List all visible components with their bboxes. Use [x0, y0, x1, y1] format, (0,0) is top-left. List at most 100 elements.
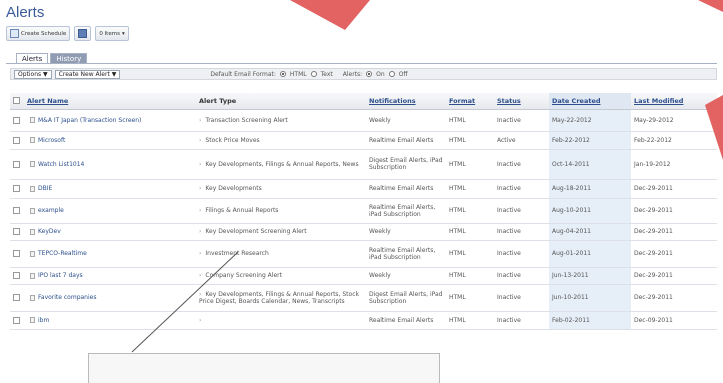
date-created-cell: Aug-10-2011 [549, 198, 631, 224]
row-checkbox[interactable] [13, 294, 20, 301]
alert-name-cell[interactable]: Favorite companies [24, 284, 196, 312]
off-label: Off [398, 70, 408, 78]
alert-name-link[interactable]: ibm [38, 317, 49, 324]
status-cell: Active [494, 131, 549, 150]
table-header-row: Alert Name Alert Type Notifications Form… [10, 93, 717, 110]
last-modified-cell: Dec-29-2011 [631, 267, 717, 285]
create-new-alert-dropdown[interactable]: Create New Alert ▼ [54, 69, 121, 79]
expand-arrow-icon[interactable]: › [199, 250, 201, 257]
alerts-off-radio[interactable] [388, 71, 395, 77]
alert-name-cell[interactable]: Watch List1014 [24, 149, 196, 180]
select-cell [10, 198, 24, 224]
col-notifications[interactable]: Notifications [366, 93, 446, 110]
alert-type-text: Investment Research [205, 250, 269, 257]
table-row[interactable]: M&A IT Japan (Transaction Screen) › Transa… [10, 109, 717, 132]
alert-name-cell[interactable]: KeyDev [24, 223, 196, 241]
select-cell [10, 284, 24, 312]
table-row[interactable]: Watch List1014 › Key Developments, Filings… [10, 149, 717, 180]
table-row[interactable]: example › Filings & Annual Reports Realtime… [10, 198, 717, 224]
document-icon [30, 137, 35, 143]
format-cell: HTML [446, 284, 494, 312]
status-cell: Inactive [494, 149, 549, 180]
alert-name-link[interactable]: M&A IT Japan (Transaction Screen) [38, 117, 141, 124]
status-cell: Inactive [494, 267, 549, 285]
expand-arrow-icon[interactable]: › [199, 228, 201, 235]
row-checkbox[interactable] [13, 272, 20, 279]
select-cell [10, 311, 24, 330]
expand-arrow-icon[interactable]: › [199, 207, 201, 214]
col-last-modified[interactable]: Last Modified [631, 93, 717, 110]
alert-name-cell[interactable]: IPO last 7 days [24, 267, 196, 285]
col-alert-type: Alert Type [196, 93, 366, 110]
expand-arrow-icon[interactable]: › [199, 137, 201, 144]
expand-arrow-icon[interactable]: › [199, 161, 201, 168]
alert-name-link[interactable]: Watch List1014 [38, 161, 84, 168]
row-checkbox[interactable] [13, 207, 20, 214]
last-modified-cell: Dec-29-2011 [631, 223, 717, 241]
select-all-checkbox[interactable] [13, 97, 20, 105]
save-icon [78, 29, 88, 38]
row-checkbox[interactable] [13, 250, 20, 257]
notifications-cell: Realtime Email Alerts [366, 311, 446, 330]
create-schedule-label: Create Schedule [21, 30, 67, 37]
save-button[interactable] [74, 26, 92, 41]
items-button[interactable]: 0 Items ▾ [95, 26, 129, 41]
expand-arrow-icon[interactable]: › [199, 117, 201, 124]
create-schedule-button[interactable]: Create Schedule [6, 26, 71, 41]
date-created-cell: Oct-14-2011 [549, 149, 631, 180]
alerts-on-radio[interactable] [366, 71, 373, 77]
expand-arrow-icon[interactable]: › [199, 272, 201, 279]
text-radio[interactable] [310, 71, 317, 77]
alert-name-link[interactable]: DBIE [38, 185, 52, 192]
alert-name-cell[interactable]: Microsoft [24, 131, 196, 150]
col-status[interactable]: Status [494, 93, 549, 110]
format-cell: HTML [446, 149, 494, 180]
table-row[interactable]: Microsoft › Stock Price Moves Realtime Emai… [10, 131, 717, 150]
alert-type-text: Transaction Screening Alert [205, 116, 288, 124]
row-checkbox[interactable] [13, 116, 20, 124]
alert-name-cell[interactable]: ibm [24, 311, 196, 330]
status-cell: Inactive [494, 179, 549, 199]
table-row[interactable]: TEPCO-Realtime › Investment Research Realti… [10, 240, 717, 268]
document-icon [30, 117, 35, 123]
alert-type-cell: › Key Developments [196, 179, 366, 199]
row-checkbox[interactable] [13, 160, 20, 168]
notifications-cell: Realtime Email Alerts [366, 179, 446, 199]
alert-type-cell: › Filings & Annual Reports [196, 198, 366, 224]
alert-name-link[interactable]: example [38, 207, 64, 214]
col-alert-name[interactable]: Alert Name [24, 93, 196, 110]
table-row[interactable]: ibm › Realtime Email Alerts HTML Inactive Feb… [10, 311, 717, 330]
alert-name-link[interactable]: Microsoft [38, 137, 65, 144]
alert-type-text: Filings & Annual Reports [205, 207, 279, 214]
alert-name-cell[interactable]: TEPCO-Realtime [24, 240, 196, 268]
table-row[interactable]: DBIE › Key Developments Realtime Email Aler… [10, 179, 717, 199]
row-checkbox[interactable] [13, 185, 20, 192]
alert-name-cell[interactable]: example [24, 198, 196, 224]
last-modified-cell: Dec-29-2011 [631, 240, 717, 268]
alert-name-link[interactable]: IPO last 7 days [38, 272, 83, 279]
document-icon [30, 161, 35, 167]
table-row[interactable]: KeyDev › Key Development Screening Alert We… [10, 223, 717, 241]
expand-arrow-icon[interactable]: › [199, 291, 201, 298]
row-checkbox[interactable] [13, 228, 20, 235]
expand-arrow-icon[interactable]: › [199, 185, 201, 192]
expand-arrow-icon[interactable]: › [199, 317, 201, 324]
document-icon [30, 294, 35, 301]
alert-name-link[interactable]: KeyDev [38, 228, 61, 235]
date-created-cell: Feb-22-2012 [549, 131, 631, 150]
document-icon [30, 317, 35, 323]
row-checkbox[interactable] [13, 316, 20, 324]
table-row[interactable]: Favorite companies › Key Developments, Fil… [10, 284, 717, 312]
last-modified-cell: Dec-29-2011 [631, 179, 717, 199]
table-row[interactable]: IPO last 7 days › Company Screening Alert W… [10, 267, 717, 285]
alert-name-cell[interactable]: M&A IT Japan (Transaction Screen) [24, 109, 196, 132]
col-format[interactable]: Format [446, 93, 494, 110]
row-checkbox[interactable] [13, 136, 20, 144]
alert-type-cell: › Key Developments, Filings & Annual Repo… [196, 149, 366, 180]
alert-name-cell[interactable]: DBIE [24, 179, 196, 199]
html-radio[interactable] [279, 71, 286, 77]
alert-name-link[interactable]: TEPCO-Realtime [38, 250, 87, 257]
options-dropdown[interactable]: Options ▼ [14, 69, 52, 79]
col-date-created[interactable]: Date Created [549, 93, 631, 110]
alert-name-link[interactable]: Favorite companies [38, 294, 96, 301]
